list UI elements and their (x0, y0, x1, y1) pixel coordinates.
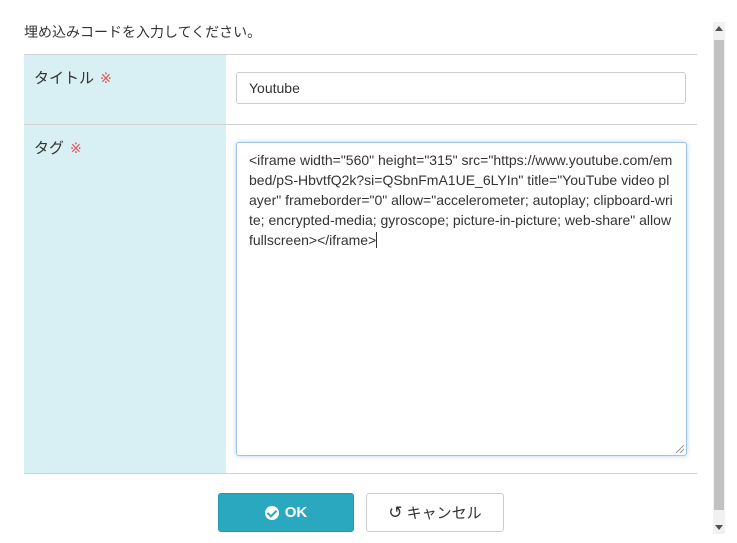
cancel-button-label: キャンセル (406, 505, 482, 522)
required-mark: ※ (70, 140, 82, 156)
title-label: タイトル ※ (34, 67, 112, 88)
undo-icon: ↺ (388, 502, 403, 522)
tag-label: タグ ※ (34, 137, 82, 158)
embed-form: タイトル ※ Youtube タグ ※ <iframe width="560" he… (24, 54, 697, 474)
ok-button[interactable]: OK (218, 493, 354, 532)
cancel-button[interactable]: ↺ キャンセル (366, 493, 504, 532)
tag-row: タグ ※ <iframe width="560" height="315" src… (24, 125, 697, 473)
scroll-thumb[interactable] (714, 40, 724, 510)
check-circle-icon (264, 505, 279, 520)
tag-label-cell: タグ ※ (24, 125, 226, 473)
title-label-text: タイトル (34, 70, 95, 87)
ok-button-label: OK (284, 504, 308, 521)
text-caret (376, 232, 378, 248)
title-row: タイトル ※ Youtube (24, 55, 697, 125)
tag-textarea[interactable]: <iframe width="560" height="315" src="ht… (236, 142, 687, 456)
required-mark: ※ (100, 70, 112, 86)
embed-code-dialog: 埋め込みコードを入力してください。 タイトル ※ Youtube タグ ※ <ifr… (0, 0, 737, 543)
vertical-scrollbar[interactable] (713, 22, 725, 534)
tag-label-text: タグ (34, 140, 65, 157)
title-label-cell: タイトル ※ (24, 55, 226, 124)
instruction-text: 埋め込みコードを入力してください。 (24, 24, 262, 40)
tag-textarea-value: <iframe width="560" height="315" src="ht… (249, 152, 673, 248)
scroll-up-arrow-icon[interactable] (715, 26, 723, 31)
scroll-down-arrow-icon[interactable] (715, 525, 723, 530)
title-input[interactable]: Youtube (236, 72, 686, 104)
resize-grip-icon[interactable] (676, 445, 684, 453)
